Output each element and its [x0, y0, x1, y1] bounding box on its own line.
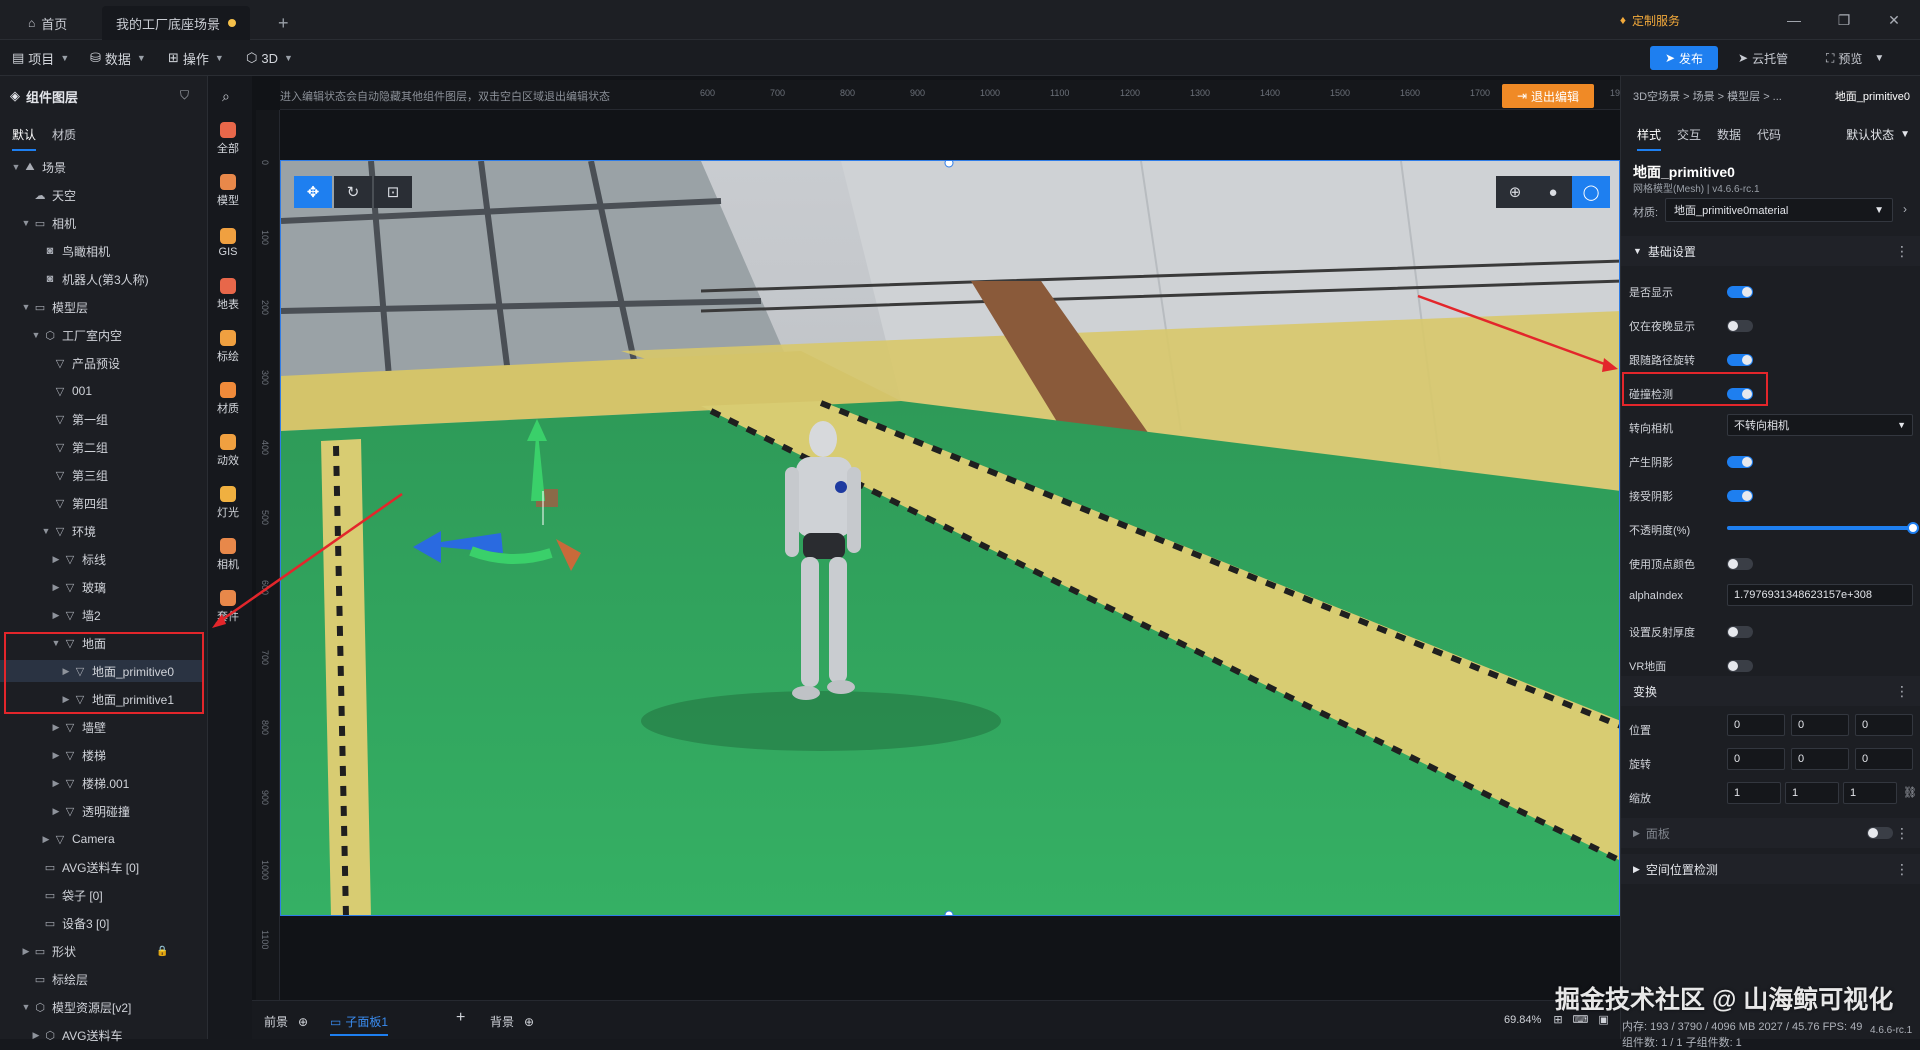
more-icon[interactable]: ⋮ — [1895, 683, 1909, 700]
property-panel: 3D空场景 > 场景 > 模型层 > ... 地面_primitive0 样式 … — [1620, 76, 1920, 1039]
status-bar: 内存: 193 / 3790 / 4096 MB 2027 / 45.76 FP… — [1622, 1018, 1862, 1050]
chevron-right-icon[interactable]: › — [1903, 202, 1907, 216]
section-panel[interactable]: ▶ 面板 ⋮ — [1621, 818, 1920, 848]
prop-label: 不透明度(%) — [1629, 525, 1691, 537]
tab-data[interactable]: 数据 — [1717, 126, 1741, 149]
turn-camera-select[interactable]: 不转向相机 ▼ — [1727, 414, 1913, 436]
tab-style[interactable]: 样式 — [1637, 126, 1662, 151]
prop-toggle[interactable] — [1727, 286, 1753, 298]
bottom-bar: 前景 ⊕ ▭ 子面板1 + 背景 ⊕ 69.84% ⊞ ⌨ ▣ — [252, 1000, 1620, 1039]
foreground-tab[interactable]: 前景 ⊕ — [264, 1013, 308, 1030]
add-panel-button[interactable]: + — [456, 1009, 465, 1027]
prop-label: 是否显示 — [1629, 287, 1673, 299]
slider-fill — [1727, 526, 1913, 530]
prop-toggle[interactable] — [1727, 490, 1753, 502]
prop-label: 仅在夜晚显示 — [1629, 321, 1695, 333]
breadcrumb[interactable]: 3D空场景 > 场景 > 模型层 > ... — [1633, 88, 1782, 104]
arrow-head — [1602, 358, 1618, 372]
prop-toggle[interactable] — [1727, 320, 1753, 332]
section-transform[interactable]: 变换 ⋮ — [1621, 676, 1920, 706]
version-label: 4.6.6-rc.1 — [1870, 1025, 1913, 1036]
slider-handle[interactable] — [1907, 522, 1919, 534]
rotation-z-input[interactable]: 0 — [1855, 748, 1913, 770]
chevron-down-icon: ▼ — [1874, 204, 1884, 216]
material-select[interactable]: 地面_primitive0material ▼ — [1665, 198, 1893, 222]
add-circle-icon[interactable]: ⊕ — [298, 1015, 308, 1029]
rotation-label: 旋转 — [1629, 759, 1651, 771]
section-title: 面板 — [1645, 826, 1670, 841]
prop-toggle[interactable] — [1727, 626, 1753, 638]
prop-toggle[interactable] — [1727, 660, 1753, 672]
tab-label: 交互 — [1677, 128, 1702, 142]
position-z-input[interactable]: 0 — [1855, 714, 1913, 736]
tab-label: 代码 — [1757, 128, 1782, 142]
prop-label: VR地面 — [1629, 661, 1667, 673]
more-icon[interactable]: ⋮ — [1895, 825, 1909, 842]
tab-interaction[interactable]: 交互 — [1677, 126, 1701, 149]
watermark: 掘金技术社区 @ 山海鲸可视化 — [1555, 986, 1894, 1014]
prop-label: 接受阴影 — [1629, 491, 1673, 503]
scale-label: 缩放 — [1629, 793, 1651, 805]
state-value: 默认状态 — [1846, 127, 1895, 142]
arrow-to-prop — [1417, 294, 1611, 368]
arrow-head — [212, 614, 226, 628]
tab-label: 子面板1 — [345, 1015, 389, 1029]
material-value: 地面_primitive0material — [1674, 205, 1789, 217]
prop-label: 产生阴影 — [1629, 457, 1673, 469]
chevron-down-icon: ▼ — [1633, 246, 1642, 256]
breadcrumb-current: 地面_primitive0 — [1834, 91, 1910, 103]
prop-label: 跟随路径旋转 — [1629, 355, 1695, 367]
chevron-down-icon: ▼ — [1900, 128, 1910, 140]
panel-icon: ▭ — [330, 1014, 342, 1029]
add-circle-icon[interactable]: ⊕ — [524, 1015, 534, 1029]
prop-toggle[interactable] — [1727, 456, 1753, 468]
prop-toggle[interactable] — [1727, 354, 1753, 366]
status-memory: 内存: 193 / 3790 / 4096 MB 2027 / 45.76 FP… — [1622, 1021, 1863, 1033]
section-title: 变换 — [1633, 684, 1658, 699]
prop-label: 使用顶点颜色 — [1629, 559, 1695, 571]
tab-label: 数据 — [1717, 128, 1742, 142]
prop-label: alphaIndex — [1629, 590, 1683, 602]
tab-label: 样式 — [1637, 128, 1662, 142]
material-label: 材质: — [1633, 207, 1659, 219]
tab-label: 前景 — [264, 1015, 289, 1029]
position-label: 位置 — [1629, 725, 1651, 737]
object-name: 地面_primitive0 — [1633, 164, 1735, 180]
prop-label: 设置反射厚度 — [1629, 627, 1695, 639]
tab-code[interactable]: 代码 — [1757, 126, 1781, 149]
chevron-down-icon: ▼ — [1897, 420, 1906, 430]
prop-label: 转向相机 — [1629, 423, 1673, 435]
zoom-value: 69.84% — [1504, 1013, 1542, 1026]
tab-label: 背景 — [490, 1015, 515, 1029]
position-x-input[interactable]: 0 — [1727, 714, 1785, 736]
more-icon[interactable]: ⋮ — [1895, 861, 1909, 878]
chevron-right-icon: ▶ — [1633, 863, 1640, 874]
background-tab[interactable]: 背景 ⊕ — [490, 1013, 534, 1030]
chevron-right-icon: ▶ — [1633, 827, 1640, 838]
section-spatial[interactable]: ▶ 空间位置检测 ⋮ — [1621, 854, 1920, 884]
section-basic[interactable]: ▼ 基础设置 ⋮ — [1621, 236, 1920, 266]
rotation-y-input[interactable]: 0 — [1791, 748, 1849, 770]
arrow-to-tree — [215, 492, 403, 626]
alpha-index-input[interactable]: 1.7976931348623157e+308 — [1727, 584, 1913, 606]
panel-toggle[interactable] — [1867, 827, 1893, 839]
rotation-x-input[interactable]: 0 — [1727, 748, 1785, 770]
section-title: 基础设置 — [1647, 244, 1696, 259]
scale-x-input[interactable]: 1 — [1727, 782, 1781, 804]
object-type: 网格模型(Mesh) | v4.6.6-rc.1 — [1633, 184, 1760, 195]
scale-y-input[interactable]: 1 — [1785, 782, 1839, 804]
position-y-input[interactable]: 0 — [1791, 714, 1849, 736]
highlight-box-prop — [1622, 372, 1768, 406]
more-icon[interactable]: ⋮ — [1895, 243, 1909, 260]
scale-z-input[interactable]: 1 — [1843, 782, 1897, 804]
state-select[interactable]: 默认状态 ▼ — [1846, 122, 1910, 146]
link-icon[interactable]: ⛓ — [1903, 786, 1917, 799]
subpanel-tab[interactable]: ▭ 子面板1 — [330, 1013, 389, 1036]
status-components: 组件数: 1 / 1 子组件数: 1 — [1622, 1037, 1742, 1049]
opacity-slider[interactable] — [1727, 522, 1919, 534]
prop-toggle[interactable] — [1727, 558, 1753, 570]
section-title: 空间位置检测 — [1645, 862, 1718, 877]
select-value: 不转向相机 — [1734, 420, 1789, 432]
